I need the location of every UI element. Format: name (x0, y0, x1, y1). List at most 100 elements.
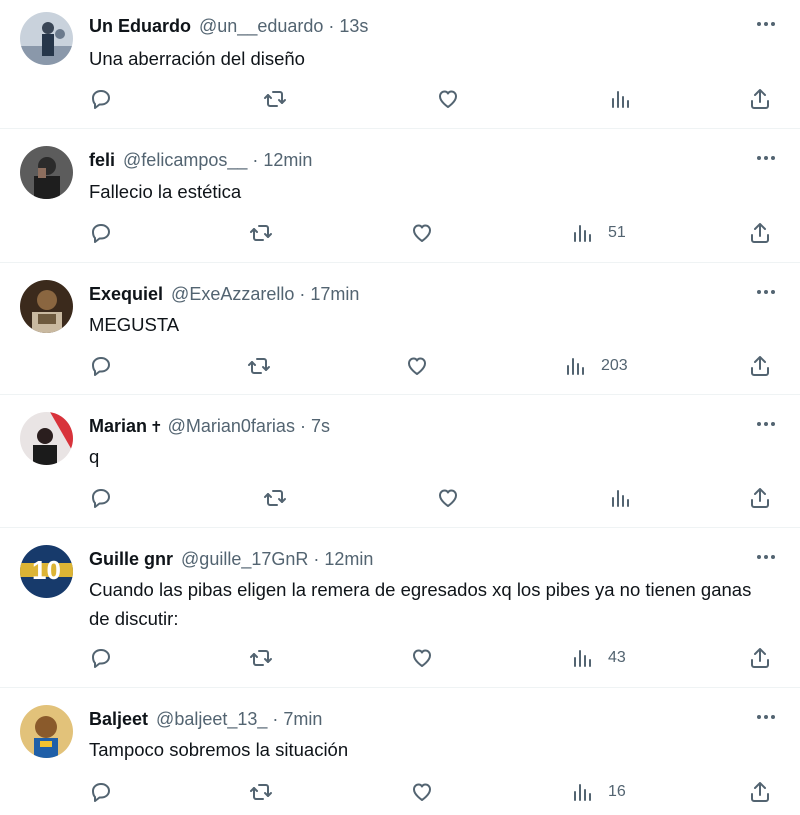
tweet-text: Fallecio la estética (89, 181, 242, 202)
more-options-icon[interactable] (754, 545, 778, 569)
display-name[interactable]: Un Eduardo (89, 16, 191, 36)
reply-button[interactable] (89, 85, 113, 113)
timestamp[interactable]: 12min (324, 549, 373, 569)
views-button[interactable]: 43 (570, 644, 626, 672)
heart-icon (439, 90, 457, 108)
reply-tweet[interactable]: feli @felicampos__ · 12min Fallecio la est… (0, 129, 800, 263)
share-button[interactable] (748, 644, 772, 672)
reply-icon (92, 783, 110, 802)
views-icon (574, 650, 591, 667)
views-button[interactable]: 16 (570, 778, 626, 806)
action-bar: 43 (0, 644, 800, 674)
like-button[interactable] (410, 219, 434, 247)
share-icon (751, 782, 769, 802)
like-button[interactable] (436, 85, 460, 113)
tweet-header: feli @felicampos__ · 12min (89, 148, 312, 174)
share-button[interactable] (748, 352, 772, 380)
display-name[interactable]: Guille gnr (89, 549, 173, 569)
like-button[interactable] (410, 644, 434, 672)
avatar-number: 10 (32, 555, 61, 585)
share-button[interactable] (748, 484, 772, 512)
timestamp[interactable]: 7min (283, 709, 322, 729)
like-button[interactable] (405, 352, 429, 380)
name-badge: ✝ (150, 419, 163, 436)
more-options-icon[interactable] (754, 412, 778, 436)
reply-tweet[interactable]: Exequiel @ExeAzzarello · 17min MEGUSTA 203 (0, 263, 800, 395)
reply-button[interactable] (89, 219, 113, 247)
tweet-text: MEGUSTA (89, 314, 180, 335)
user-handle[interactable]: @felicampos__ (123, 150, 247, 170)
timestamp[interactable]: 13s (339, 16, 368, 36)
display-name[interactable]: feli (89, 150, 115, 170)
avatar[interactable] (20, 705, 73, 758)
display-name[interactable]: Exequiel (89, 284, 163, 304)
tweet-header: Marian ✝ @Marian0farias · 7s (89, 414, 330, 440)
views-button[interactable]: 51 (570, 219, 626, 247)
views-button[interactable] (608, 484, 646, 512)
separator-dot: · (328, 16, 335, 36)
views-button[interactable] (608, 85, 646, 113)
reply-button[interactable] (89, 352, 113, 380)
retweet-button[interactable] (263, 85, 287, 113)
reply-tweet[interactable]: 10 Guille gnr @guille_17GnR · 12min Cuando… (0, 528, 800, 688)
timestamp[interactable]: 7s (311, 416, 330, 436)
more-options-icon[interactable] (754, 12, 778, 36)
views-icon (612, 490, 629, 507)
share-icon (751, 223, 769, 243)
share-button[interactable] (748, 219, 772, 247)
avatar[interactable] (20, 412, 73, 465)
separator-dot: · (299, 284, 306, 304)
reply-tweet[interactable]: Un Eduardo @un__eduardo · 13s Una aberraci… (0, 0, 800, 129)
avatar[interactable] (20, 12, 73, 65)
timestamp[interactable]: 12min (263, 150, 312, 170)
display-name[interactable]: Baljeet (89, 709, 148, 729)
avatar[interactable]: 10 (20, 545, 73, 598)
user-handle[interactable]: @un__eduardo (199, 16, 323, 36)
like-button[interactable] (410, 778, 434, 806)
avatar[interactable] (20, 280, 73, 333)
share-button[interactable] (748, 778, 772, 806)
reply-icon (92, 649, 110, 668)
share-icon (751, 89, 769, 109)
retweet-icon (264, 91, 286, 107)
views-count: 51 (608, 224, 626, 241)
share-icon (751, 488, 769, 508)
reply-button[interactable] (89, 644, 113, 672)
like-button[interactable] (436, 484, 460, 512)
more-options-icon[interactable] (754, 705, 778, 729)
user-handle[interactable]: @ExeAzzarello (171, 284, 294, 304)
tweet-text: q (89, 446, 100, 467)
heart-icon (413, 783, 431, 801)
views-count: 43 (608, 649, 626, 666)
tweet-text: Tampoco sobremos la situación (89, 739, 349, 760)
action-bar: 51 (0, 219, 800, 249)
share-icon (751, 356, 769, 376)
user-handle[interactable]: @guille_17GnR (181, 549, 308, 569)
retweet-button[interactable] (249, 219, 273, 247)
more-options-icon[interactable] (754, 146, 778, 170)
views-icon (574, 225, 591, 242)
retweet-button[interactable] (249, 778, 273, 806)
retweet-button[interactable] (249, 644, 273, 672)
reply-tweet[interactable]: Marian ✝ @Marian0farias · 7s q (0, 395, 800, 528)
retweet-icon (264, 490, 286, 506)
avatar[interactable] (20, 146, 73, 199)
action-bar: 16 (0, 778, 800, 808)
tweet-header: Baljeet @baljeet_13_ · 7min (89, 707, 322, 733)
user-handle[interactable]: @Marian0farias (168, 416, 295, 436)
retweet-button[interactable] (247, 352, 271, 380)
views-icon (612, 91, 629, 108)
reply-button[interactable] (89, 778, 113, 806)
views-button[interactable]: 203 (563, 352, 628, 380)
action-bar (0, 85, 800, 115)
retweet-button[interactable] (263, 484, 287, 512)
user-handle[interactable]: @baljeet_13_ (156, 709, 267, 729)
reply-button[interactable] (89, 484, 113, 512)
share-button[interactable] (748, 85, 772, 113)
views-icon (574, 784, 591, 801)
timestamp[interactable]: 17min (310, 284, 359, 304)
display-name[interactable]: Marian (89, 416, 147, 436)
reply-tweet[interactable]: Baljeet @baljeet_13_ · 7min Tampoco sobrem… (0, 688, 800, 815)
more-options-icon[interactable] (754, 280, 778, 304)
reply-feed: Un Eduardo @un__eduardo · 13s Una aberraci… (0, 0, 800, 815)
